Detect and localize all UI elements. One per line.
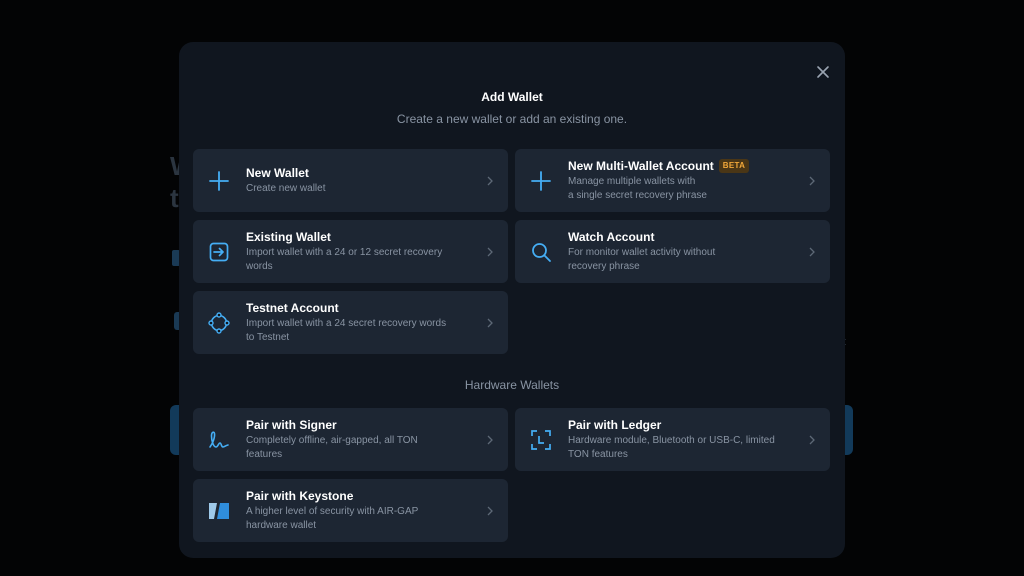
option-description: Hardware module, Bluetooth or USB-C, lim… — [568, 434, 775, 460]
chevron-right-icon — [809, 247, 815, 256]
option-description: Create new wallet — [246, 182, 326, 194]
option-description: Import wallet with a 24 or 12 secret rec… — [246, 246, 443, 272]
option-label: Pair with Ledger — [568, 417, 662, 432]
ledger-icon — [531, 429, 551, 450]
option-description: Completely offline, air-gapped, all TON … — [246, 434, 418, 460]
chevron-right-icon — [487, 506, 493, 515]
signer-icon — [209, 430, 229, 448]
chevron-right-icon — [487, 435, 493, 444]
close-icon — [817, 66, 829, 78]
option-description: Manage multiple wallets with a single se… — [568, 175, 707, 201]
chevron-right-icon — [487, 318, 493, 327]
pair-keystone-option[interactable]: Pair with Keystone A higher level of sec… — [193, 479, 508, 542]
modal-title: Add Wallet — [481, 90, 543, 104]
option-label: New Wallet — [246, 165, 309, 180]
watch-account-option[interactable]: Watch Account For monitor wallet activit… — [515, 220, 830, 283]
option-label: Pair with Keystone — [246, 488, 354, 503]
add-wallet-modal: Add Wallet Create a new wallet or add an… — [179, 42, 845, 558]
option-description: A higher level of security with AIR-GAP … — [246, 505, 419, 531]
option-label: Testnet Account — [246, 300, 339, 315]
chevron-right-icon — [487, 247, 493, 256]
plus-icon — [531, 170, 551, 191]
option-description: For monitor wallet activity without reco… — [568, 246, 716, 272]
option-label: Existing Wallet — [246, 229, 331, 244]
modal-subtitle: Create a new wallet or add an existing o… — [396, 112, 628, 126]
option-label: Watch Account — [568, 229, 655, 244]
option-label: New Multi-Wallet Account — [568, 158, 714, 173]
pair-signer-option[interactable]: Pair with Signer Completely offline, air… — [193, 408, 508, 471]
beta-badge: BETA — [718, 159, 750, 173]
close-button[interactable] — [815, 64, 831, 80]
plus-icon — [209, 170, 229, 191]
search-icon — [532, 242, 551, 262]
option-label: Pair with Signer — [246, 417, 337, 432]
hardware-wallets-heading: Hardware Wallets — [464, 378, 560, 392]
testnet-account-option[interactable]: Testnet Account Import wallet with a 24 … — [193, 291, 508, 354]
testnet-icon — [208, 311, 230, 334]
new-wallet-option[interactable]: New Wallet Create new wallet — [193, 149, 508, 212]
existing-wallet-option[interactable]: Existing Wallet Import wallet with a 24 … — [193, 220, 508, 283]
chevron-right-icon — [487, 176, 493, 185]
chevron-right-icon — [809, 435, 815, 444]
option-description: Import wallet with a 24 secret recovery … — [246, 317, 447, 343]
new-multi-wallet-option[interactable]: New Multi-Wallet Account BETA Manage mul… — [515, 149, 830, 212]
chevron-right-icon — [809, 176, 815, 185]
import-icon — [209, 242, 229, 261]
keystone-icon — [209, 502, 229, 519]
pair-ledger-option[interactable]: Pair with Ledger Hardware module, Blueto… — [515, 408, 830, 471]
